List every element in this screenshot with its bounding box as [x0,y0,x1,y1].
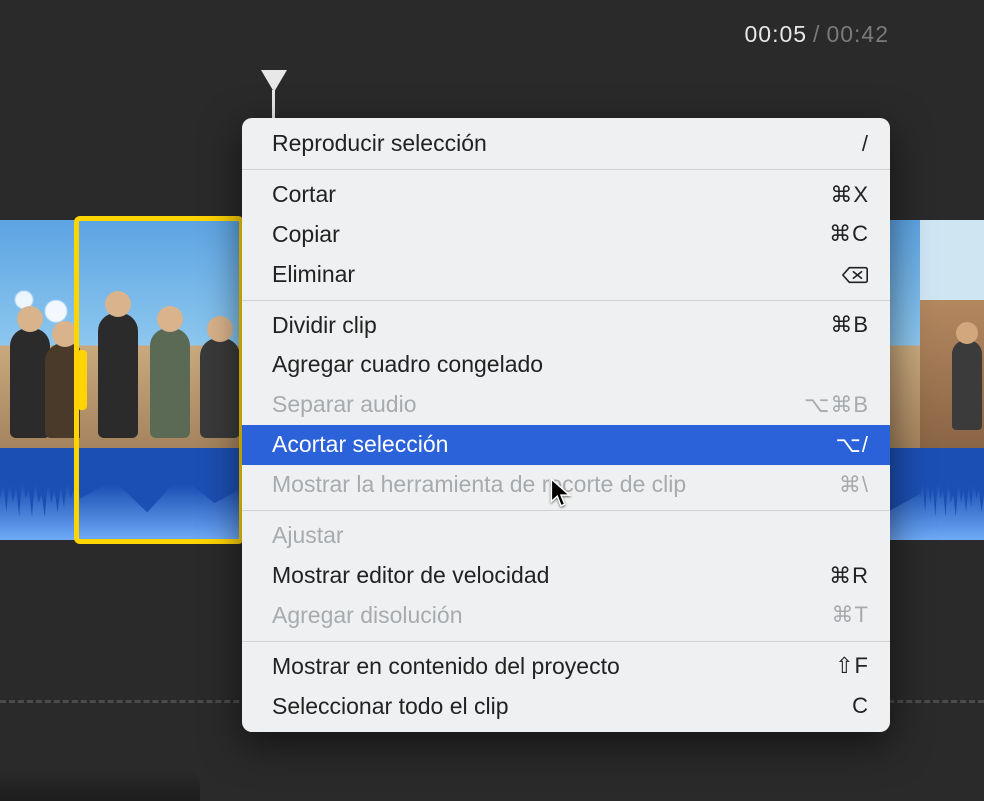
menu-item-label: Mostrar la herramienta de recorte de cli… [272,470,819,500]
menu-separator [242,169,890,170]
menu-separator [242,300,890,301]
menu-item-shortcut [842,265,868,285]
menu-item-shortcut: ⌘\ [839,471,868,500]
menu-item-seleccionar-todo-el-clip[interactable]: Seleccionar todo el clip C [242,687,890,727]
timecode-current: 00:05 [744,21,807,48]
menu-item-shortcut: / [862,130,868,159]
menu-item-label: Acortar selección [272,430,816,460]
menu-item-eliminar[interactable]: Eliminar [242,255,890,295]
menu-item-label: Copiar [272,220,809,250]
menu-item-mostrar-editor-de-velocidad[interactable]: Mostrar editor de velocidad ⌘R [242,556,890,596]
menu-item-label: Cortar [272,180,810,210]
menu-item-shortcut: ⌘C [829,220,868,249]
timecode-separator: / [813,21,820,48]
menu-item-shortcut: ⌘R [829,562,868,591]
menu-item-mostrar-la-herramienta-de-recorte-de-clip: Mostrar la herramienta de recorte de cli… [242,465,890,505]
menu-item-shortcut: ⌘B [830,311,868,340]
clip-audio-waveform [0,448,80,540]
menu-item-agregar-disolucion: Agregar disolución ⌘T [242,596,890,636]
menu-separator [242,510,890,511]
menu-item-label: Separar audio [272,390,784,420]
bottom-edge [0,771,200,801]
menu-item-label: Agregar cuadro congelado [272,350,848,380]
menu-item-cortar[interactable]: Cortar ⌘X [242,175,890,215]
menu-separator [242,641,890,642]
playhead-marker-icon[interactable] [261,70,287,92]
clip-video-thumbnail [920,220,984,448]
menu-item-label: Ajustar [272,521,848,551]
menu-item-mostrar-en-contenido-del-proyecto[interactable]: Mostrar en contenido del proyecto ⇧F [242,647,890,687]
clip-audio-waveform [920,448,984,540]
menu-item-label: Mostrar editor de velocidad [272,561,809,591]
menu-item-ajustar: Ajustar [242,516,890,556]
menu-item-shortcut: C [852,692,868,721]
playhead-line[interactable] [272,90,275,120]
menu-item-shortcut: ⌥/ [836,431,868,460]
timeline-clip[interactable] [0,220,80,540]
delete-left-icon [842,265,868,285]
menu-item-copiar[interactable]: Copiar ⌘C [242,215,890,255]
menu-item-dividir-clip[interactable]: Dividir clip ⌘B [242,306,890,346]
menu-item-label: Mostrar en contenido del proyecto [272,652,815,682]
menu-item-label: Dividir clip [272,311,810,341]
menu-item-shortcut: ⌘T [832,601,868,630]
menu-item-label: Seleccionar todo el clip [272,692,832,722]
menu-item-separar-audio: Separar audio ⌥⌘B [242,385,890,425]
menu-item-label: Reproducir selección [272,129,842,159]
menu-item-shortcut: ⌘X [830,181,868,210]
clip-video-thumbnail [0,220,80,448]
menu-item-label: Eliminar [272,260,822,290]
menu-item-reproducir-seleccion[interactable]: Reproducir selección / [242,124,890,164]
timecode-display: 00:05 / 00:42 [0,0,984,68]
menu-item-acortar-seleccion[interactable]: Acortar selección ⌥/ [242,425,890,465]
menu-item-label: Agregar disolución [272,601,812,631]
menu-item-shortcut: ⇧F [835,652,868,681]
menu-item-agregar-cuadro-congelado[interactable]: Agregar cuadro congelado [242,345,890,385]
menu-item-shortcut: ⌥⌘B [804,391,868,420]
timecode-total: 00:42 [826,21,889,48]
timeline-clip[interactable] [920,220,984,540]
clip-context-menu: Reproducir selección / Cortar ⌘X Copiar ⌘CEli… [242,118,890,732]
